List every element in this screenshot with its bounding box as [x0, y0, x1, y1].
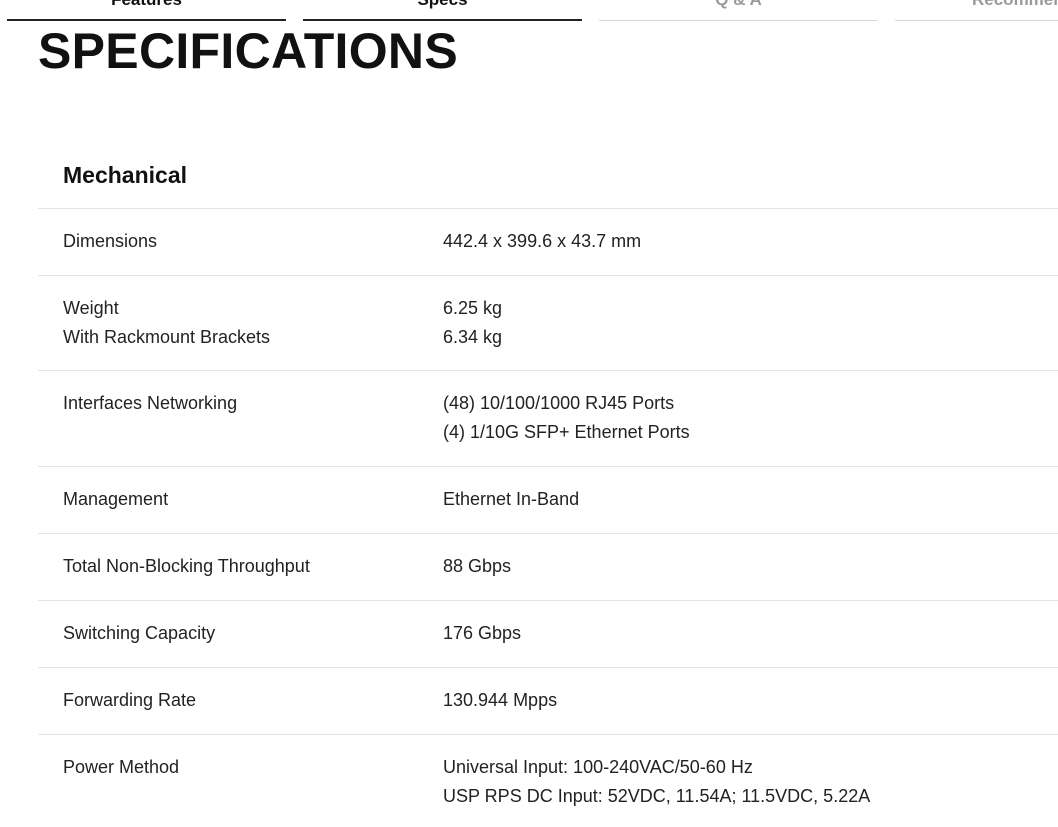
spec-row-dimensions: Dimensions 442.4 x 399.6 x 43.7 mm — [38, 209, 1058, 276]
spec-value: 176 Gbps — [443, 623, 522, 643]
tab-features-label: Features — [7, 0, 286, 10]
spec-value: Universal Input: 100-240VAC/50-60 Hz USP… — [443, 757, 871, 806]
spec-label: Dimensions — [63, 231, 158, 251]
spec-table: Mechanical Dimensions 442.4 x 399.6 x 43… — [38, 142, 1058, 825]
spec-value: 88 Gbps — [443, 556, 512, 576]
spec-row-management: Management Ethernet In-Band — [38, 467, 1058, 534]
spec-label: Interfaces Networking — [63, 393, 238, 413]
spec-value: 442.4 x 399.6 x 43.7 mm — [443, 231, 642, 251]
tab-recommendations-label: Recommen — [895, 0, 1058, 10]
spec-value: Ethernet In-Band — [443, 489, 580, 509]
spec-label: Management — [63, 489, 169, 509]
spec-label: Forwarding Rate — [63, 690, 197, 710]
page-title: SPECIFICATIONS — [38, 23, 458, 79]
spec-row-interfaces: Interfaces Networking (48) 10/100/1000 R… — [38, 371, 1058, 467]
spec-value: 130.944 Mpps — [443, 690, 558, 710]
tab-specs[interactable]: Specs — [303, 0, 582, 21]
section-heading-mechanical: Mechanical — [38, 142, 1058, 209]
spec-label: Total Non-Blocking Throughput — [63, 556, 310, 576]
spec-row-power-method: Power Method Universal Input: 100-240VAC… — [38, 735, 1058, 825]
spec-row-forwarding-rate: Forwarding Rate 130.944 Mpps — [38, 668, 1058, 735]
tab-qa-label: Q & A — [599, 0, 878, 10]
spec-label: Power Method — [63, 757, 180, 777]
spec-label: Switching Capacity — [63, 623, 216, 643]
spec-row-switching-capacity: Switching Capacity 176 Gbps — [38, 601, 1058, 668]
spec-value: (48) 10/100/1000 RJ45 Ports (4) 1/10G SF… — [443, 393, 690, 442]
tab-recommendations[interactable]: Recommen — [895, 0, 1058, 21]
spec-row-throughput: Total Non-Blocking Throughput 88 Gbps — [38, 534, 1058, 601]
tab-specs-label: Specs — [303, 0, 582, 10]
tab-qa[interactable]: Q & A — [599, 0, 878, 21]
spec-label: Weight With Rackmount Brackets — [63, 298, 271, 347]
tab-strip: Features Specs Q & A Recommen — [0, 0, 1058, 22]
spec-row-weight: Weight With Rackmount Brackets 6.25 kg 6… — [38, 276, 1058, 371]
spec-page: Features Specs Q & A Recommen SPECIFICAT… — [0, 0, 1058, 827]
tab-features[interactable]: Features — [7, 0, 286, 21]
spec-value: 6.25 kg 6.34 kg — [443, 298, 503, 347]
